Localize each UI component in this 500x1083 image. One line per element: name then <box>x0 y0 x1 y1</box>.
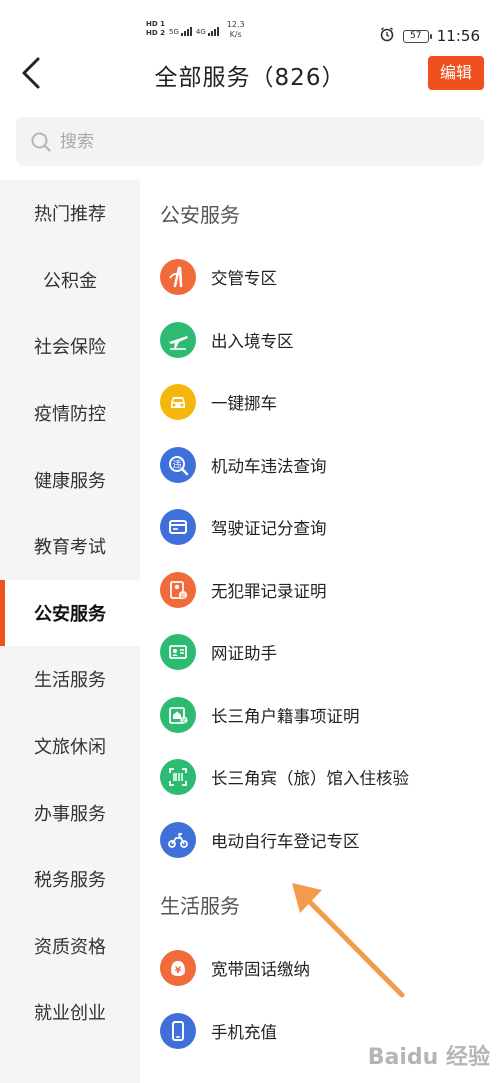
search-icon <box>31 132 51 152</box>
search-input[interactable] <box>60 131 440 152</box>
section-title-public-security: 公安服务 <box>160 202 240 227</box>
svg-text:¥: ¥ <box>175 966 182 976</box>
list-item[interactable]: 电动自行车登记专区 <box>140 809 500 872</box>
watermark: Baidu 经验 <box>367 1045 490 1070</box>
edit-button[interactable]: 编辑 <box>428 56 484 90</box>
sidebar-item-education[interactable]: 教育考试 <box>0 512 140 580</box>
list-item[interactable]: 驾驶证记分查询 <box>140 496 500 559</box>
sidebar-item-employment[interactable]: 就业创业 <box>0 979 140 1046</box>
yuan-payment-icon: ¥ <box>160 950 196 987</box>
sidebar-item-culture-travel[interactable]: 文旅休闲 <box>0 713 140 780</box>
list-item[interactable]: 证 无犯罪记录证明 <box>140 559 500 622</box>
svg-text:证: 证 <box>180 592 186 599</box>
list-item[interactable]: 长三角宾（旅）馆入住核验 <box>140 746 500 809</box>
list-item[interactable]: ¥ 宽带固话缴纳 <box>140 937 500 1000</box>
alarm-icon <box>379 26 395 46</box>
sidebar-item-hot[interactable]: 热门推荐 <box>0 180 140 247</box>
signal-bars-icon <box>207 26 219 36</box>
clock: 11:56 <box>436 27 480 45</box>
service-list: 公安服务 交管专区 出入境专区 一键挪车 违 机动车违法查询 驾驶证记分查询 证… <box>140 180 500 1062</box>
car-icon <box>160 384 196 421</box>
page-title: 全部服务（826） <box>154 65 346 91</box>
mobile-phone-icon <box>160 1012 196 1049</box>
sidebar-item-qualification[interactable]: 资质资格 <box>0 913 140 980</box>
status-bar-network: HD 1 HD 2 5G 4G 12.3 K/s <box>146 20 245 40</box>
status-bar: HD 1 HD 2 5G 4G 12.3 K/s 57 11:56 <box>0 0 500 50</box>
category-sidebar: 热门推荐 公积金 社会保险 疫情防控 健康服务 教育考试 公安服务 生活服务 文… <box>0 180 140 1083</box>
signal-bars-icon <box>180 26 192 36</box>
battery-icon: 57 <box>402 29 432 43</box>
sidebar-item-affairs[interactable]: 办事服务 <box>0 779 140 846</box>
svg-text:证: 证 <box>181 717 186 724</box>
household-certificate-icon: 证 <box>160 696 196 733</box>
certificate-icon: 证 <box>160 571 196 608</box>
e-bike-icon <box>160 821 196 858</box>
traffic-road-icon <box>160 259 196 296</box>
sidebar-item-health[interactable]: 健康服务 <box>0 446 140 513</box>
id-card-icon <box>160 634 196 671</box>
sidebar-item-life[interactable]: 生活服务 <box>0 646 140 713</box>
list-item[interactable]: 违 机动车违法查询 <box>140 434 500 497</box>
list-item[interactable]: 网证助手 <box>140 621 500 684</box>
sidebar-item-public-security[interactable]: 公安服务 <box>0 579 140 647</box>
signal-5g: 5G <box>169 26 192 36</box>
sidebar-item-social-insurance[interactable]: 社会保险 <box>0 313 140 380</box>
svg-text:违: 违 <box>172 459 181 470</box>
list-item[interactable]: 一键挪车 <box>140 371 500 434</box>
list-item[interactable]: 出入境专区 <box>140 309 500 372</box>
license-card-icon <box>160 509 196 546</box>
signal-4g: 4G <box>196 26 219 36</box>
violation-search-icon: 违 <box>160 446 196 483</box>
sidebar-item-housing-fund[interactable]: 公积金 <box>0 247 140 314</box>
barcode-scan-icon <box>160 759 196 796</box>
sidebar-item-tax[interactable]: 税务服务 <box>0 846 140 913</box>
search-bar[interactable] <box>16 117 484 166</box>
list-item[interactable]: 证 长三角户籍事项证明 <box>140 684 500 747</box>
airplane-icon <box>160 321 196 358</box>
hd-indicator-2: HD 2 <box>146 29 165 37</box>
sidebar-item-epidemic[interactable]: 疫情防控 <box>0 380 140 447</box>
status-bar-right: 57 11:56 <box>379 26 480 46</box>
hd-indicator-1: HD 1 <box>146 20 165 28</box>
network-speed: 12.3 K/s <box>226 20 245 39</box>
list-item[interactable]: 交管专区 <box>140 246 500 309</box>
section-title-life: 生活服务 <box>160 893 240 918</box>
